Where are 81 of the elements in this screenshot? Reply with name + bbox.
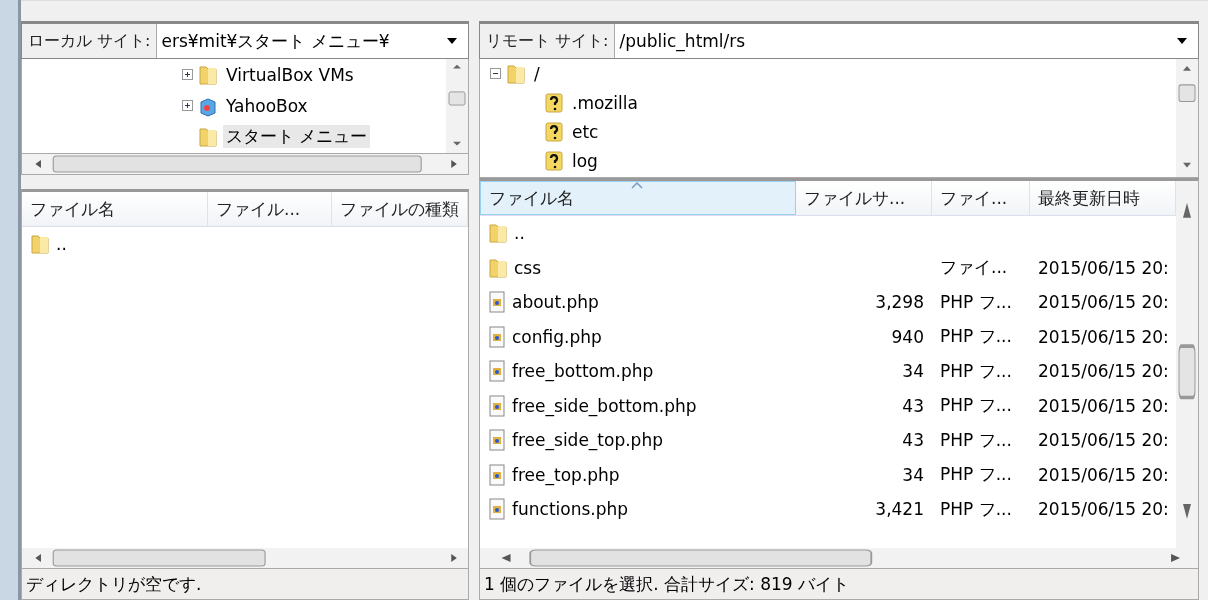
folder-icon	[198, 125, 218, 148]
vertical-scrollbar[interactable]	[1176, 59, 1198, 177]
site-label: ローカル サイト:	[22, 24, 158, 58]
tree-item[interactable]: スタート メニュー	[223, 125, 371, 148]
table-cell-text: 2015/06/15 20:	[1037, 292, 1170, 313]
script-file-icon	[488, 291, 506, 314]
table-cell-text: 2015/06/15 20:	[1037, 430, 1170, 451]
file-name[interactable]: free_side_bottom.php	[512, 395, 697, 416]
table-cell-text: 2015/06/15 20:	[1037, 361, 1170, 382]
site-path-combobox[interactable]: ローカル サイト: ers¥mit¥スタート メニュー¥	[21, 21, 469, 59]
column-header[interactable]: ファイルの種類	[332, 192, 468, 226]
tree-item[interactable]: etc	[569, 121, 602, 142]
horizontal-scrollbar[interactable]	[480, 548, 1198, 568]
file-name[interactable]: ..	[514, 223, 525, 244]
question-file-icon	[544, 120, 564, 143]
vertical-scrollbar[interactable]	[1176, 181, 1198, 548]
folder-icon	[506, 62, 526, 85]
script-file-icon	[488, 463, 506, 486]
question-file-icon	[544, 149, 564, 172]
table-cell-text: 2015/06/15 20:	[1037, 464, 1170, 485]
file-name[interactable]: free_top.php	[512, 464, 620, 485]
expand-icon[interactable]	[182, 100, 193, 111]
folder-icon	[488, 256, 508, 279]
script-file-icon	[488, 429, 506, 452]
script-file-icon	[488, 325, 506, 348]
site-path-combobox[interactable]: リモート サイト: /public_html/rs	[479, 21, 1199, 59]
vertical-scrollbar[interactable]	[446, 59, 468, 153]
table-cell-text: PHP フ...	[939, 325, 1013, 349]
table-cell-text: 2015/06/15 20:	[1037, 395, 1170, 416]
table-cell-text: 3,421	[874, 499, 925, 520]
file-name[interactable]: functions.php	[512, 499, 629, 520]
site-label: リモート サイト:	[480, 24, 616, 58]
column-header[interactable]: ファイルサ...	[796, 181, 932, 215]
dropdown-caret-icon[interactable]	[1176, 37, 1188, 45]
table-cell-text: PHP フ...	[939, 428, 1013, 452]
path-value: ers¥mit¥スタート メニュー¥	[161, 29, 390, 53]
column-header[interactable]: ファイ...	[932, 181, 1030, 215]
file-name[interactable]: ..	[56, 234, 67, 255]
table-cell-text: 34	[901, 464, 925, 485]
tree-item[interactable]: /	[531, 63, 543, 84]
table-cell-text: 43	[901, 395, 925, 416]
table-cell-text: PHP フ...	[939, 394, 1013, 418]
table-cell-text: PHP フ...	[939, 463, 1013, 487]
collapse-icon[interactable]	[490, 68, 501, 79]
file-name[interactable]: free_side_top.php	[512, 430, 663, 451]
table-cell-text: 2015/06/15 20:	[1037, 257, 1170, 278]
tree-item[interactable]: VirtualBox VMs	[223, 64, 357, 85]
column-header[interactable]: ファイル...	[208, 192, 332, 226]
tree-item[interactable]: .mozilla	[569, 92, 641, 113]
status-text: ディレクトリが空です.	[21, 569, 469, 600]
path-value: /public_html/rs	[619, 31, 746, 51]
table-cell-text: PHP フ...	[939, 290, 1013, 314]
folder-icon	[488, 222, 508, 245]
table-cell-text: ファイ...	[939, 256, 1009, 280]
question-file-icon	[544, 91, 564, 114]
file-name[interactable]: config.php	[512, 326, 602, 347]
tree-item[interactable]: log	[569, 150, 601, 171]
sort-ascending-icon	[631, 182, 643, 189]
script-file-icon	[488, 498, 506, 521]
expand-icon[interactable]	[182, 69, 193, 80]
horizontal-scrollbar[interactable]	[22, 548, 468, 568]
dropdown-caret-icon[interactable]	[446, 37, 458, 45]
table-cell-text: PHP フ...	[939, 359, 1013, 383]
script-file-icon	[488, 360, 506, 383]
table-cell-text: 2015/06/15 20:	[1037, 499, 1170, 520]
table-cell-text: 2015/06/15 20:	[1037, 326, 1170, 347]
table-cell-text: PHP フ...	[939, 497, 1013, 521]
folder-icon	[198, 63, 218, 86]
folder-icon	[30, 233, 50, 256]
column-header[interactable]: ファイル名	[480, 181, 796, 215]
file-name[interactable]: free_bottom.php	[512, 361, 654, 382]
column-header[interactable]: ファイル名	[22, 192, 208, 226]
table-cell-text: 43	[901, 430, 925, 451]
table-cell-text: 3,298	[874, 292, 925, 313]
table-cell-text: 940	[890, 326, 925, 347]
file-name[interactable]: css	[514, 257, 542, 278]
status-text: 1 個のファイルを選択. 合計サイズ: 819 バイト	[479, 569, 1199, 600]
script-file-icon	[488, 394, 506, 417]
file-name[interactable]: about.php	[512, 292, 599, 313]
tree-item[interactable]: YahooBox	[223, 95, 311, 116]
table-cell-text: 34	[901, 361, 925, 382]
